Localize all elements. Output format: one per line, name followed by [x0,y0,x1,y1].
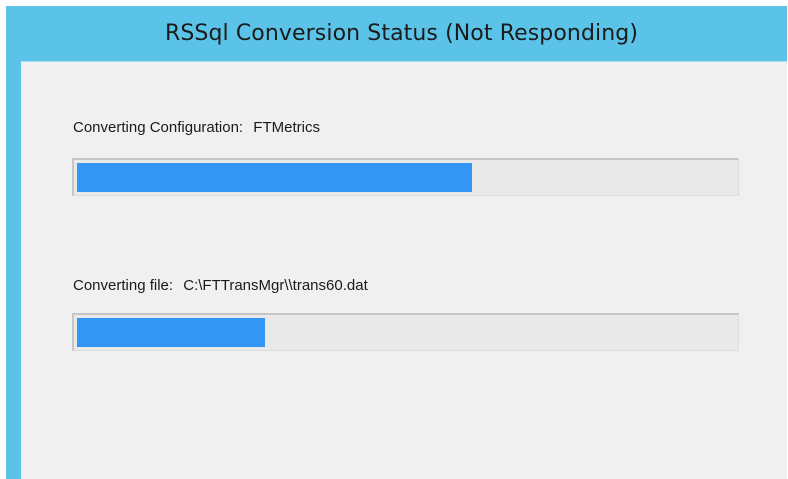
config-progress-bar [72,158,739,196]
status-dialog-window: RSSql Conversion Status (Not Responding)… [6,6,787,479]
config-status-value: FTMetrics [253,119,320,136]
dialog-content: Converting Configuration: FTMetrics Conv… [21,61,787,479]
config-progress-fill [77,163,472,192]
window-title: RSSql Conversion Status (Not Responding) [164,21,639,46]
file-status-line: Converting file: C:\FTTransMgr\\trans60.… [73,277,368,294]
file-progress-fill [77,318,265,347]
file-status-value: C:\FTTransMgr\\trans60.dat [183,277,368,294]
file-progress-bar [72,313,739,351]
title-bar[interactable]: RSSql Conversion Status (Not Responding) [6,6,787,61]
file-status-label: Converting file: [73,277,174,294]
config-status-label: Converting Configuration: [73,119,244,136]
config-status-line: Converting Configuration: FTMetrics [73,119,320,136]
